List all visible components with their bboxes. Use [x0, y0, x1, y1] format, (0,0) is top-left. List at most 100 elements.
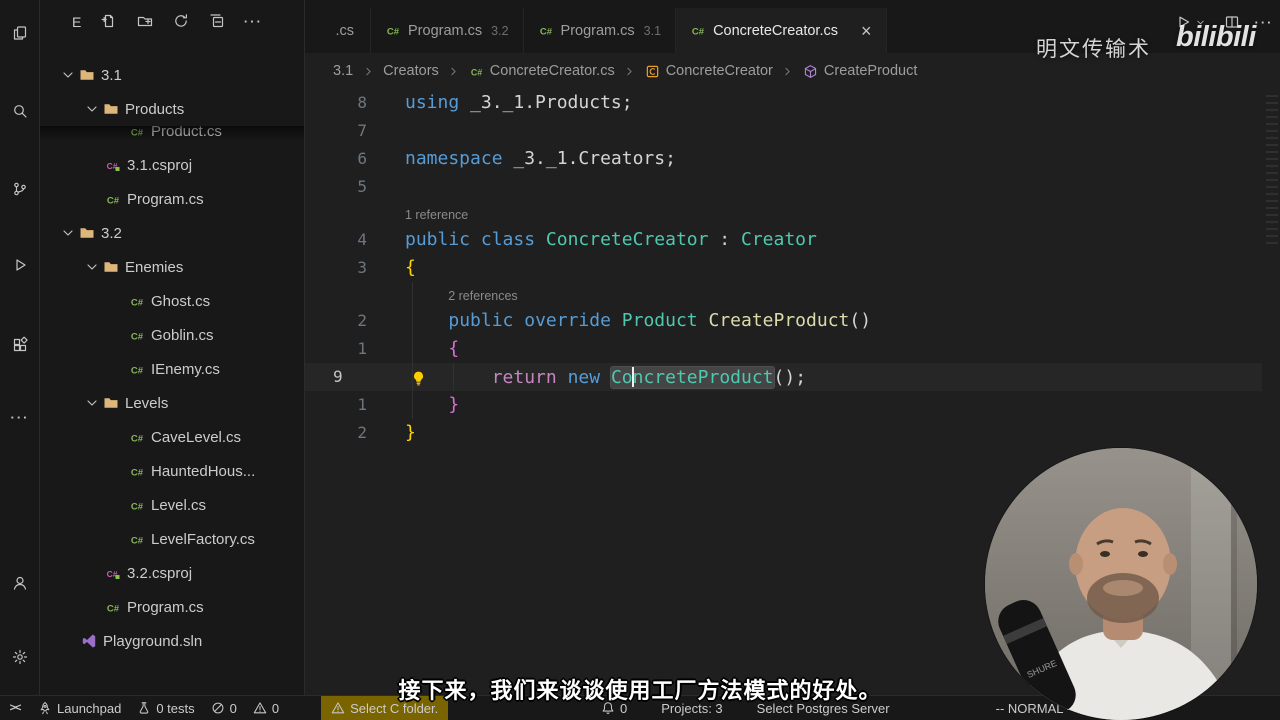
code-line[interactable]: 2}	[305, 419, 1262, 447]
chevron-right-icon	[360, 63, 376, 79]
token: namespace	[405, 148, 503, 169]
code-line[interactable]: 5	[305, 173, 1262, 201]
activity-more-button[interactable]: ···	[0, 396, 40, 438]
file-item-ienemy-cs[interactable]: C# IEnemy.cs	[40, 352, 304, 386]
code-line[interactable]: 1 {	[305, 335, 1262, 363]
file-item-program-cs[interactable]: C# Program.cs	[40, 182, 304, 216]
file-item-goblin-cs[interactable]: C# Goblin.cs	[40, 318, 304, 352]
line-number	[305, 282, 367, 307]
file-item-playground-sln[interactable]: Playground.sln	[40, 624, 304, 658]
breadcrumb-item-concretecreator-cs[interactable]: C# ConcreteCreator.cs	[469, 63, 615, 79]
token: return	[491, 367, 557, 388]
activity-account-button[interactable]	[0, 562, 40, 604]
minimap[interactable]	[1266, 95, 1278, 245]
file-item-program-cs[interactable]: C# Program.cs	[40, 590, 304, 624]
token: ();	[773, 367, 807, 388]
file-item-3-1-csproj[interactable]: C# 3.1.csproj	[40, 148, 304, 182]
tree-item-label: Levels	[125, 394, 169, 412]
file-item-3-2-csproj[interactable]: C# 3.2.csproj	[40, 556, 304, 590]
code-text: }	[367, 391, 459, 419]
collapse-all-button[interactable]	[209, 13, 225, 32]
file-item-cavelevel-cs[interactable]: C# CaveLevel.cs	[40, 420, 304, 454]
activity-files-button[interactable]	[0, 12, 40, 54]
code-editor[interactable]: 8 using _3._1.Products; 7 6 namespace _3._1.…	[305, 89, 1262, 447]
breadcrumb-label: ConcreteCreator	[665, 63, 773, 79]
tree-item-label: Ghost.cs	[151, 292, 211, 310]
code-line[interactable]: 2 references	[305, 282, 1262, 307]
activity-settings-button[interactable]	[0, 636, 40, 678]
line-number: 8	[357, 93, 367, 112]
run-debug-icon	[12, 257, 28, 273]
token: {	[405, 257, 416, 278]
codelens-label[interactable]: 2 references	[448, 289, 517, 303]
breadcrumb-item-concretecreator[interactable]: ConcreteCreator	[645, 63, 773, 79]
code-line[interactable]: 6 namespace _3._1.Creators;	[305, 145, 1262, 173]
breadcrumb-label: CreateProduct	[823, 63, 918, 79]
breadcrumb-label: Creators	[383, 63, 439, 79]
refresh-icon	[173, 13, 189, 29]
codelens-label[interactable]: 1 reference	[405, 208, 468, 222]
folder-item-3-1[interactable]: 3.1	[40, 58, 304, 92]
token: CreateProduct	[708, 310, 850, 331]
tab--cs[interactable]: .cs	[305, 8, 371, 53]
file-item-hauntedhous-[interactable]: C# HauntedHous...	[40, 454, 304, 488]
more-icon: ···	[1254, 14, 1274, 30]
file-item-ghost-cs[interactable]: C# Ghost.cs	[40, 284, 304, 318]
code-line[interactable]: 1 reference	[305, 201, 1262, 226]
token: new	[567, 367, 601, 388]
file-item-levelfactory-cs[interactable]: C# LevelFactory.cs	[40, 522, 304, 556]
tab-program-cs[interactable]: C# Program.cs 3.2	[371, 8, 524, 53]
activity-search-button[interactable]	[0, 90, 40, 132]
breadcrumb-item-createproduct[interactable]: CreateProduct	[803, 63, 918, 79]
collapse-all-icon	[209, 13, 225, 29]
new-file-button[interactable]	[101, 13, 117, 32]
refresh-button[interactable]	[173, 13, 189, 32]
close-icon[interactable]: ×	[861, 22, 872, 40]
code-line[interactable]: 8 using _3._1.Products;	[305, 89, 1262, 117]
cs-icon: C#	[129, 327, 145, 343]
activity-run-debug-button[interactable]	[0, 244, 40, 286]
breadcrumb-item-creators[interactable]: Creators	[383, 63, 439, 79]
explorer-header: E ···	[40, 0, 304, 44]
code-line[interactable]: 3{	[305, 254, 1262, 282]
file-item-level-cs[interactable]: C# Level.cs	[40, 488, 304, 522]
cs-icon: C#	[538, 23, 554, 39]
folder-item-enemies[interactable]: Enemies	[40, 250, 304, 284]
folder-item-3-2[interactable]: 3.2	[40, 216, 304, 250]
activity-bar: ···	[0, 0, 40, 695]
svg-text:C#: C#	[131, 127, 144, 138]
tree-item-label: Program.cs	[127, 598, 204, 616]
folder-item-levels[interactable]: Levels	[40, 386, 304, 420]
folder-icon	[79, 225, 95, 241]
more-button[interactable]: ···	[244, 13, 261, 32]
token: ()	[849, 310, 872, 331]
tab-concretecreator-cs[interactable]: C# ConcreteCreator.cs ×	[676, 8, 887, 53]
cs-icon: C#	[129, 429, 145, 445]
code-line[interactable]: 1 }	[305, 391, 1262, 419]
chevron-down-icon	[84, 395, 100, 411]
bilibili-logo: bilibili	[1176, 21, 1256, 53]
activity-extensions-button[interactable]	[0, 324, 40, 366]
new-folder-button[interactable]	[137, 13, 153, 32]
tree-item-label: Playground.sln	[103, 632, 203, 650]
tab-program-cs[interactable]: C# Program.cs 3.1	[523, 8, 677, 53]
svg-text:C#: C#	[539, 27, 552, 38]
code-line[interactable]: 7	[305, 117, 1262, 145]
chevron-down-icon	[60, 225, 76, 241]
more-button[interactable]: ···	[1254, 14, 1274, 30]
code-line[interactable]: 4 public class ConcreteCreator : Creator	[305, 226, 1262, 254]
breadcrumb-item-3-1[interactable]: 3.1	[333, 63, 353, 79]
token: public	[448, 310, 514, 331]
code-line[interactable]: 9 return new ConcreteProduct();	[305, 363, 1262, 391]
file-tree: 3.1 Products C# Product.cs C# 3.1.csproj C# Pro…	[40, 44, 304, 695]
svg-text:C#: C#	[131, 365, 144, 376]
activity-source-control-button[interactable]	[0, 168, 40, 210]
new-file-icon	[101, 13, 117, 29]
code-line[interactable]: 2 public override Product CreateProduct(…	[305, 307, 1262, 335]
folder-item-products[interactable]: Products	[40, 92, 304, 126]
